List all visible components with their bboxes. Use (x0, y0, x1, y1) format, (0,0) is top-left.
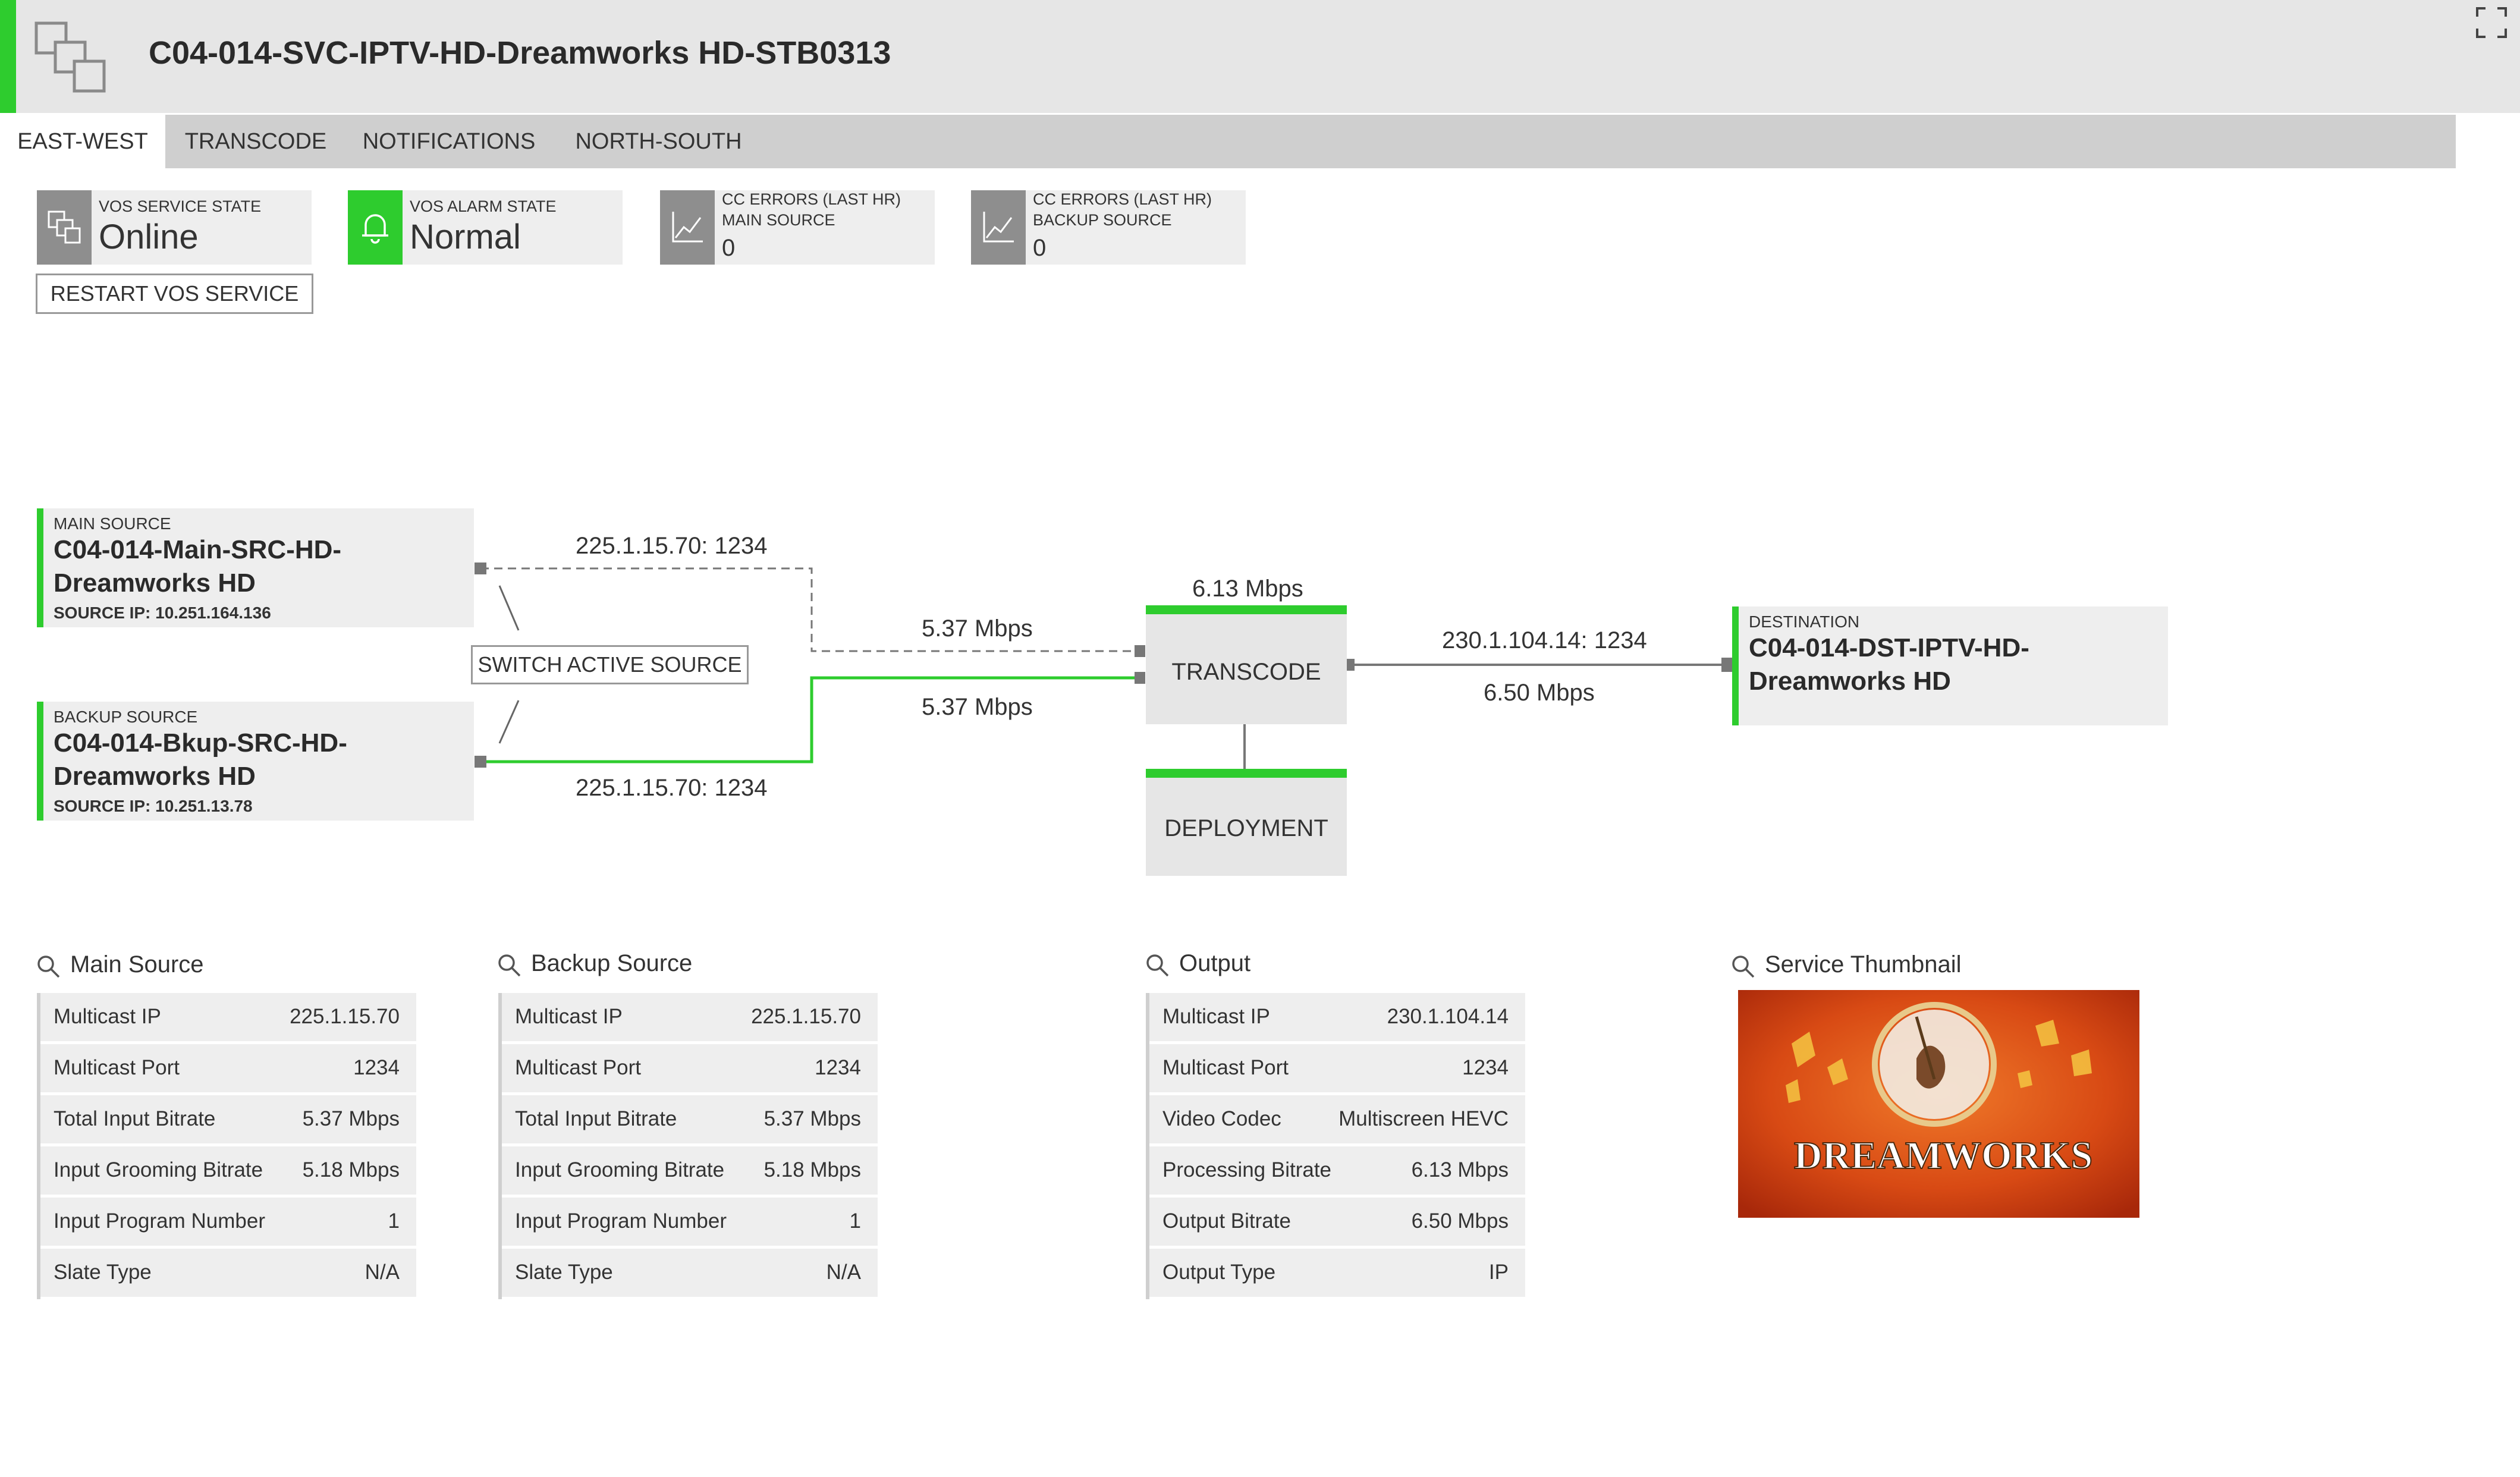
deployment-label: DEPLOYMENT (1164, 815, 1328, 841)
active-indicator (37, 702, 43, 821)
transcode-status-bar (1146, 605, 1347, 614)
table-row: Processing Bitrate 6.13 Mbps (1149, 1146, 1525, 1198)
table-row: Video Codec Multiscreen HEVC (1149, 1095, 1525, 1146)
destination-name: C04-014-DST-IPTV-HD-Dreamworks HD (1749, 633, 2029, 696)
main-source-name: C04-014-Main-SRC-HD-Dreamworks HD (54, 535, 342, 598)
backup-source-name: C04-014-Bkup-SRC-HD-Dreamworks HD (54, 728, 347, 791)
table-row: Input Grooming Bitrate 5.18 Mbps (502, 1146, 878, 1198)
output-panel-title[interactable]: Output (1145, 950, 1442, 980)
table-row: Multicast Port 1234 (40, 1044, 416, 1095)
main-source-label: MAIN SOURCE (54, 514, 171, 533)
main-source-rate: 5.37 Mbps (922, 615, 1033, 642)
backup-source-node[interactable]: BACKUP SOURCE C04-014-Bkup-SRC-HD-Dreamw… (37, 702, 474, 821)
transcode-label: TRANSCODE (1171, 659, 1321, 685)
service-thumbnail[interactable]: DREAMWORKS (1738, 990, 2139, 1218)
main-source-ip: SOURCE IP: 10.251.164.136 (54, 604, 271, 622)
output-table: Multicast IP 230.1.104.14 Multicast Port 1… (1146, 993, 1525, 1300)
table-row: Output Bitrate 6.50 Mbps (1149, 1198, 1525, 1249)
table-row: Total Input Bitrate 5.37 Mbps (502, 1095, 878, 1146)
backup-source-ip: SOURCE IP: 10.251.13.78 (54, 797, 253, 815)
table-row: Input Program Number 1 (40, 1198, 416, 1249)
backup-source-panel-title[interactable]: Backup Source (497, 950, 794, 980)
transcode-rate: 6.13 Mbps (1192, 576, 1303, 602)
table-row: Slate Type N/A (40, 1249, 416, 1300)
active-indicator (37, 508, 43, 627)
svg-text:DREAMWORKS: DREAMWORKS (1794, 1134, 2092, 1177)
backup-source-table: Multicast IP 225.1.15.70 Multicast Port 12… (498, 993, 878, 1300)
main-source-address: 225.1.15.70: 1234 (576, 533, 768, 559)
dreamworks-logo-thumbnail: DREAMWORKS (1738, 990, 2139, 1218)
destination-label: DESTINATION (1749, 612, 1860, 631)
table-row: Multicast IP 225.1.15.70 (40, 993, 416, 1044)
deployment-node[interactable]: DEPLOYMENT (1146, 769, 1347, 876)
output-address: 230.1.104.14: 1234 (1442, 627, 1647, 653)
table-row: Total Input Bitrate 5.37 Mbps (40, 1095, 416, 1146)
table-row: Multicast IP 230.1.104.14 (1149, 993, 1525, 1044)
table-row: Input Program Number 1 (502, 1198, 878, 1249)
transcode-node[interactable]: TRANSCODE (1146, 605, 1347, 724)
table-row: Multicast IP 225.1.15.70 (502, 993, 878, 1044)
main-source-panel-title[interactable]: Main Source (36, 951, 333, 981)
destination-node[interactable]: DESTINATION C04-014-DST-IPTV-HD-Dreamwor… (1732, 606, 2168, 725)
table-row: Output Type IP (1149, 1249, 1525, 1300)
search-icon (37, 956, 60, 978)
active-indicator (1732, 606, 1739, 725)
output-rate: 6.50 Mbps (1484, 680, 1595, 706)
deployment-status-bar (1146, 769, 1347, 778)
search-icon (1146, 954, 1169, 977)
backup-source-label: BACKUP SOURCE (54, 708, 198, 726)
table-row: Input Grooming Bitrate 5.18 Mbps (40, 1146, 416, 1198)
table-row: Multicast Port 1234 (502, 1044, 878, 1095)
table-row: Slate Type N/A (502, 1249, 878, 1300)
backup-source-rate: 5.37 Mbps (922, 694, 1033, 720)
backup-source-address: 225.1.15.70: 1234 (576, 775, 768, 801)
switch-active-source-button[interactable]: SWITCH ACTIVE SOURCE (471, 645, 749, 684)
thumbnail-panel-title[interactable]: Service Thumbnail (1730, 951, 2063, 981)
table-row: Multicast Port 1234 (1149, 1044, 1525, 1095)
main-source-node[interactable]: MAIN SOURCE C04-014-Main-SRC-HD-Dreamwor… (37, 508, 474, 627)
main-source-table: Multicast IP 225.1.15.70 Multicast Port 12… (37, 993, 416, 1300)
search-icon (498, 954, 521, 977)
search-icon (1732, 956, 1755, 978)
